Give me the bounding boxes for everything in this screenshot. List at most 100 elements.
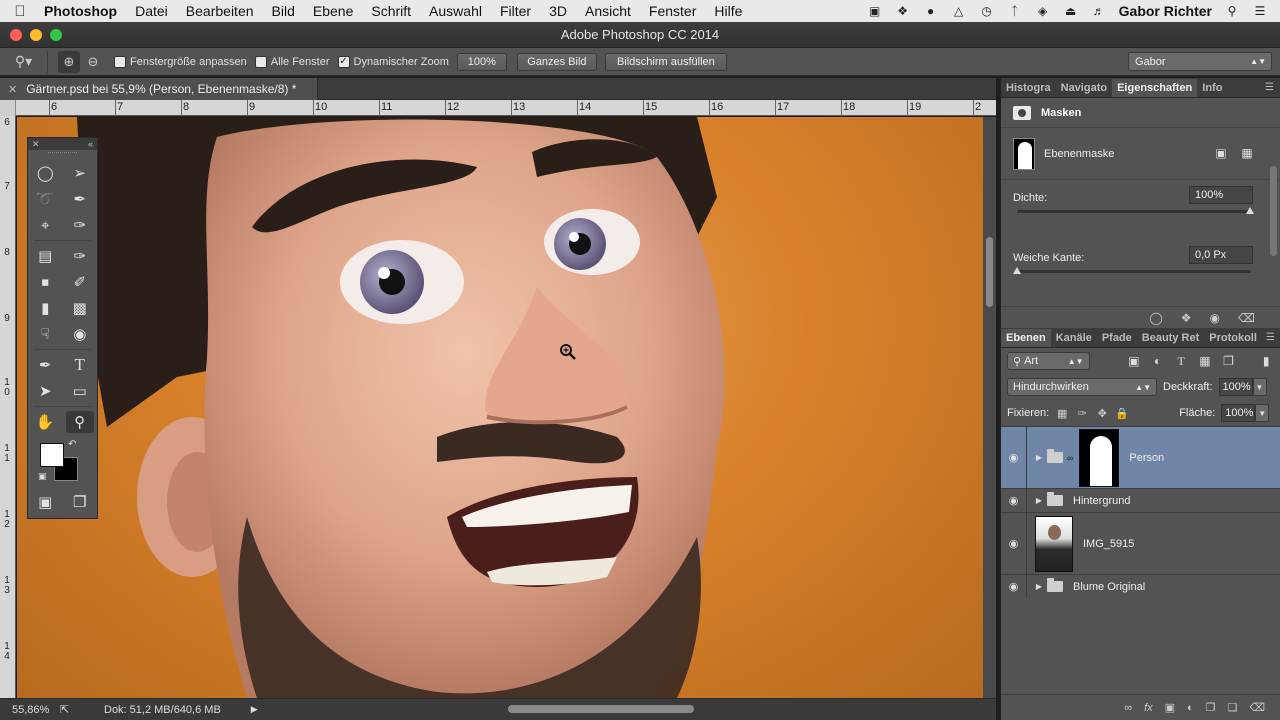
menu-fenster[interactable]: Fenster — [640, 3, 705, 19]
move-tool[interactable]: ➢ — [66, 162, 94, 184]
pen-tool[interactable]: ✒ — [31, 354, 59, 376]
tab-channels[interactable]: Kanäle — [1051, 332, 1097, 347]
pixel-mask-icon[interactable]: ▣ — [1211, 144, 1231, 162]
scrubby-zoom-box[interactable]: ✓ — [338, 56, 350, 68]
menu-ebene[interactable]: Ebene — [304, 3, 362, 19]
eject-icon[interactable]: ⏏ — [1063, 4, 1079, 18]
opacity-dropdown-icon[interactable]: ▼ — [1253, 378, 1267, 396]
lasso-tool[interactable]: ➰ — [31, 188, 59, 210]
feather-input[interactable]: 0,0 Px — [1189, 246, 1253, 264]
menu-datei[interactable]: Datei — [126, 3, 177, 19]
scrollbar-thumb[interactable] — [986, 237, 993, 307]
load-selection-icon[interactable]: ◯ — [1149, 311, 1162, 325]
ruler-vertical[interactable]: 6 7 8 9 1 0 1 1 1 2 1 3 1 4 — [0, 116, 16, 698]
layer-name[interactable]: Person — [1129, 452, 1164, 464]
tools-panel-header[interactable]: ✕ « — [28, 138, 97, 150]
export-icon[interactable]: ⇱ — [60, 703, 90, 716]
lock-pixels-icon[interactable]: ✑ — [1075, 406, 1089, 420]
panel-menu-icon[interactable]: ☰ — [1266, 332, 1275, 343]
leaf-icon[interactable]: ● — [923, 4, 939, 18]
layer-row[interactable]: ◉ ▶ Hintergrund — [1001, 488, 1280, 512]
quick-selection-tool[interactable]: ✒ — [66, 188, 94, 210]
visibility-eye-icon[interactable]: ◉ — [1001, 489, 1027, 512]
filter-shape-icon[interactable]: ▦ — [1196, 352, 1214, 370]
scrubby-zoom-checkbox[interactable]: ✓ Dynamischer Zoom — [338, 56, 449, 68]
menu-auswahl[interactable]: Auswahl — [420, 3, 491, 19]
tab-paths[interactable]: Pfade — [1097, 332, 1137, 347]
list-icon[interactable]: ☰ — [1252, 4, 1268, 18]
path-selection-tool[interactable]: ➤ — [31, 380, 59, 402]
properties-scrollbar[interactable] — [1270, 166, 1277, 256]
brush-tool[interactable]: ✑ — [66, 245, 94, 267]
user-name[interactable]: Gabor Richter — [1119, 3, 1212, 19]
density-slider-knob[interactable] — [1246, 207, 1254, 214]
link-chain-icon[interactable]: ∞ — [1067, 453, 1073, 463]
screen-mode-button[interactable]: ❐ — [66, 491, 94, 513]
foreground-color[interactable] — [40, 443, 64, 467]
menu-bearbeiten[interactable]: Bearbeiten — [177, 3, 263, 19]
fit-window-checkbox[interactable]: Fenstergröße anpassen — [114, 56, 247, 68]
crop-tool[interactable]: ⌖ — [31, 214, 59, 236]
opacity-input[interactable]: 100% — [1219, 378, 1253, 396]
close-tab-icon[interactable]: ✕ — [8, 83, 17, 96]
time-machine-icon[interactable]: ◷ — [979, 4, 995, 18]
layer-row[interactable]: ◉ IMG_5915 — [1001, 512, 1280, 574]
apply-mask-icon[interactable]: ❖ — [1181, 311, 1192, 325]
filter-adjustment-icon[interactable]: ◐ — [1149, 352, 1167, 370]
dropbox-icon[interactable]: ❖ — [895, 4, 911, 18]
close-panel-icon[interactable]: ✕ — [32, 139, 40, 150]
tab-histogram[interactable]: Histogra — [1001, 82, 1056, 97]
expand-arrow-icon[interactable]: ▶ — [1033, 496, 1045, 505]
close-window-button[interactable] — [10, 29, 22, 41]
expand-arrow-icon[interactable]: ▶ — [1033, 453, 1045, 462]
minimize-window-button[interactable] — [30, 29, 42, 41]
expand-arrow-icon[interactable]: ▶ — [1033, 582, 1045, 591]
fit-window-box[interactable] — [114, 56, 126, 68]
history-brush-tool[interactable]: ✐ — [66, 271, 94, 293]
delete-layer-icon[interactable]: ⌫ — [1249, 701, 1265, 714]
layer-name[interactable]: Hintergrund — [1073, 495, 1130, 507]
filter-toggle-icon[interactable]: ▮ — [1257, 352, 1275, 370]
tab-layers[interactable]: Ebenen — [1001, 329, 1051, 347]
search-icon[interactable]: ⚲ — [1224, 4, 1240, 18]
adjustment-layer-icon[interactable]: ◐ — [1187, 702, 1194, 714]
new-group-icon[interactable]: ❐ — [1206, 701, 1216, 714]
smudge-tool[interactable]: ☟ — [31, 323, 59, 345]
tool-preset-picker[interactable]: ⚲▾ — [0, 51, 48, 73]
dodge-tool[interactable]: ◉ — [66, 323, 94, 345]
menu-schrift[interactable]: Schrift — [362, 3, 420, 19]
ruler-origin[interactable] — [0, 100, 16, 116]
all-windows-box[interactable] — [255, 56, 267, 68]
zoom-in-button[interactable]: ⊕ — [58, 51, 80, 73]
zoom-window-button[interactable] — [50, 29, 62, 41]
layer-name[interactable]: Blume Original — [1073, 581, 1145, 593]
fit-screen-button[interactable]: Ganzes Bild — [517, 53, 597, 71]
zoom-100-button[interactable]: 100% — [457, 53, 507, 71]
layer-style-icon[interactable]: fx — [1144, 702, 1153, 714]
lock-position-icon[interactable]: ✥ — [1095, 406, 1109, 420]
tab-info[interactable]: Info — [1197, 82, 1227, 97]
new-layer-icon[interactable]: ❏ — [1228, 701, 1238, 714]
layer-name[interactable]: IMG_5915 — [1083, 538, 1134, 550]
eyedropper-tool[interactable]: ✑ — [66, 214, 94, 236]
panel-grip[interactable] — [48, 152, 77, 160]
elliptical-marquee-tool[interactable]: ◯ — [31, 162, 59, 184]
workspace-select[interactable]: Gabor ▲▼ — [1128, 52, 1272, 71]
layer-image-thumbnail[interactable] — [1035, 516, 1073, 572]
filter-smart-object-icon[interactable]: ❐ — [1220, 352, 1238, 370]
canvas-vertical-scrollbar[interactable] — [983, 117, 996, 698]
lock-transparent-icon[interactable]: ▦ — [1055, 406, 1069, 420]
airplay-icon[interactable]: △ — [951, 4, 967, 18]
fill-screen-button[interactable]: Bildschirm ausfüllen — [605, 53, 727, 71]
fill-dropdown-icon[interactable]: ▼ — [1255, 404, 1269, 422]
menu-bild[interactable]: Bild — [263, 3, 304, 19]
status-menu-arrow-icon[interactable]: ▶ — [251, 704, 258, 715]
density-input[interactable]: 100% — [1189, 186, 1253, 204]
visibility-eye-icon[interactable]: ◉ — [1001, 427, 1027, 488]
visibility-icon[interactable]: ◉ — [1210, 311, 1220, 325]
apple-icon[interactable]:  — [0, 3, 40, 20]
zoom-level[interactable]: 55,86% — [0, 704, 60, 716]
healing-brush-tool[interactable]: ▤ — [31, 245, 59, 267]
filter-type-icon[interactable]: T — [1172, 352, 1190, 370]
swap-colors-icon[interactable]: ↶ — [68, 439, 76, 450]
